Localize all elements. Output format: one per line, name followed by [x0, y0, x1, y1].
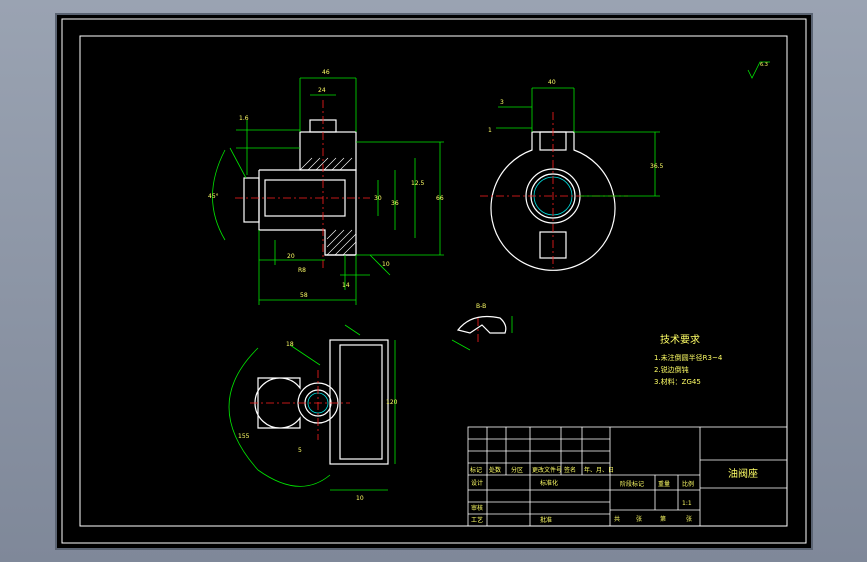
- tb-standard: 标准化: [540, 479, 558, 487]
- dim-text: 20: [287, 253, 295, 260]
- tech-req-item: 2.锐边倒钝: [654, 365, 689, 374]
- tb-scale-label: 比例: [682, 480, 694, 488]
- dim-text: 10: [356, 495, 364, 502]
- tb-sheet-of: 张: [636, 515, 642, 523]
- tb-stage: 阶段标记: [620, 480, 644, 488]
- dim-text: 46: [322, 69, 330, 76]
- dim-text: 1.6: [239, 115, 249, 122]
- dim-text: 120: [386, 399, 398, 406]
- dim-text: 36: [391, 200, 399, 207]
- dim-text: 66: [436, 195, 444, 202]
- tb-review: 审核: [471, 504, 483, 512]
- dim-text: 10: [382, 261, 390, 268]
- dim-text: R8: [298, 267, 306, 274]
- model-space-background: [55, 13, 813, 550]
- dim-text: 5: [298, 447, 302, 454]
- dim-text: 12.5: [411, 180, 425, 187]
- cad-drawing-canvas: 46 24 58 20 66 12.5 36 30 1.6 45° 14 R8 …: [55, 13, 813, 550]
- part-name: 油阀座: [728, 467, 758, 480]
- dim-text: 45°: [208, 193, 219, 200]
- tb-sign: 签名: [564, 466, 576, 474]
- dim-text: 18: [286, 341, 294, 348]
- dim-text: 155: [238, 433, 250, 440]
- dim-text: 36.5: [650, 163, 664, 170]
- tb-sheets: 共: [614, 515, 620, 523]
- tb-doc: 更改文件号: [532, 466, 562, 474]
- tb-sheet-no: 第: [660, 515, 666, 523]
- tb-design: 设计: [471, 479, 483, 487]
- tb-date: 年、月、日: [584, 466, 614, 474]
- dim-text: 40: [548, 79, 556, 86]
- tb-sheet-end: 张: [686, 515, 692, 523]
- tb-process: 工艺: [471, 516, 483, 524]
- tb-qty: 处数: [489, 466, 501, 474]
- tb-scale-value: 1:1: [682, 500, 692, 507]
- detail-label: B-B: [476, 303, 486, 310]
- tb-marks: 标记: [470, 466, 482, 474]
- tb-weight: 重量: [658, 480, 670, 488]
- dim-text: 58: [300, 292, 308, 299]
- dim-text: 1: [488, 127, 492, 134]
- tech-req-title: 技术要求: [660, 333, 700, 346]
- tech-req-item: 3.材料：ZG45: [654, 377, 701, 386]
- tb-zone: 分区: [511, 466, 523, 474]
- roughness-value: 6.3: [760, 62, 768, 68]
- dim-text: 30: [374, 195, 382, 202]
- tb-approve: 批准: [540, 516, 552, 524]
- dim-text: 24: [318, 87, 326, 94]
- tech-req-item: 1.未注倒圆半径R3~4: [654, 353, 723, 362]
- dim-text: 14: [342, 282, 350, 289]
- dim-text: 3: [500, 99, 504, 106]
